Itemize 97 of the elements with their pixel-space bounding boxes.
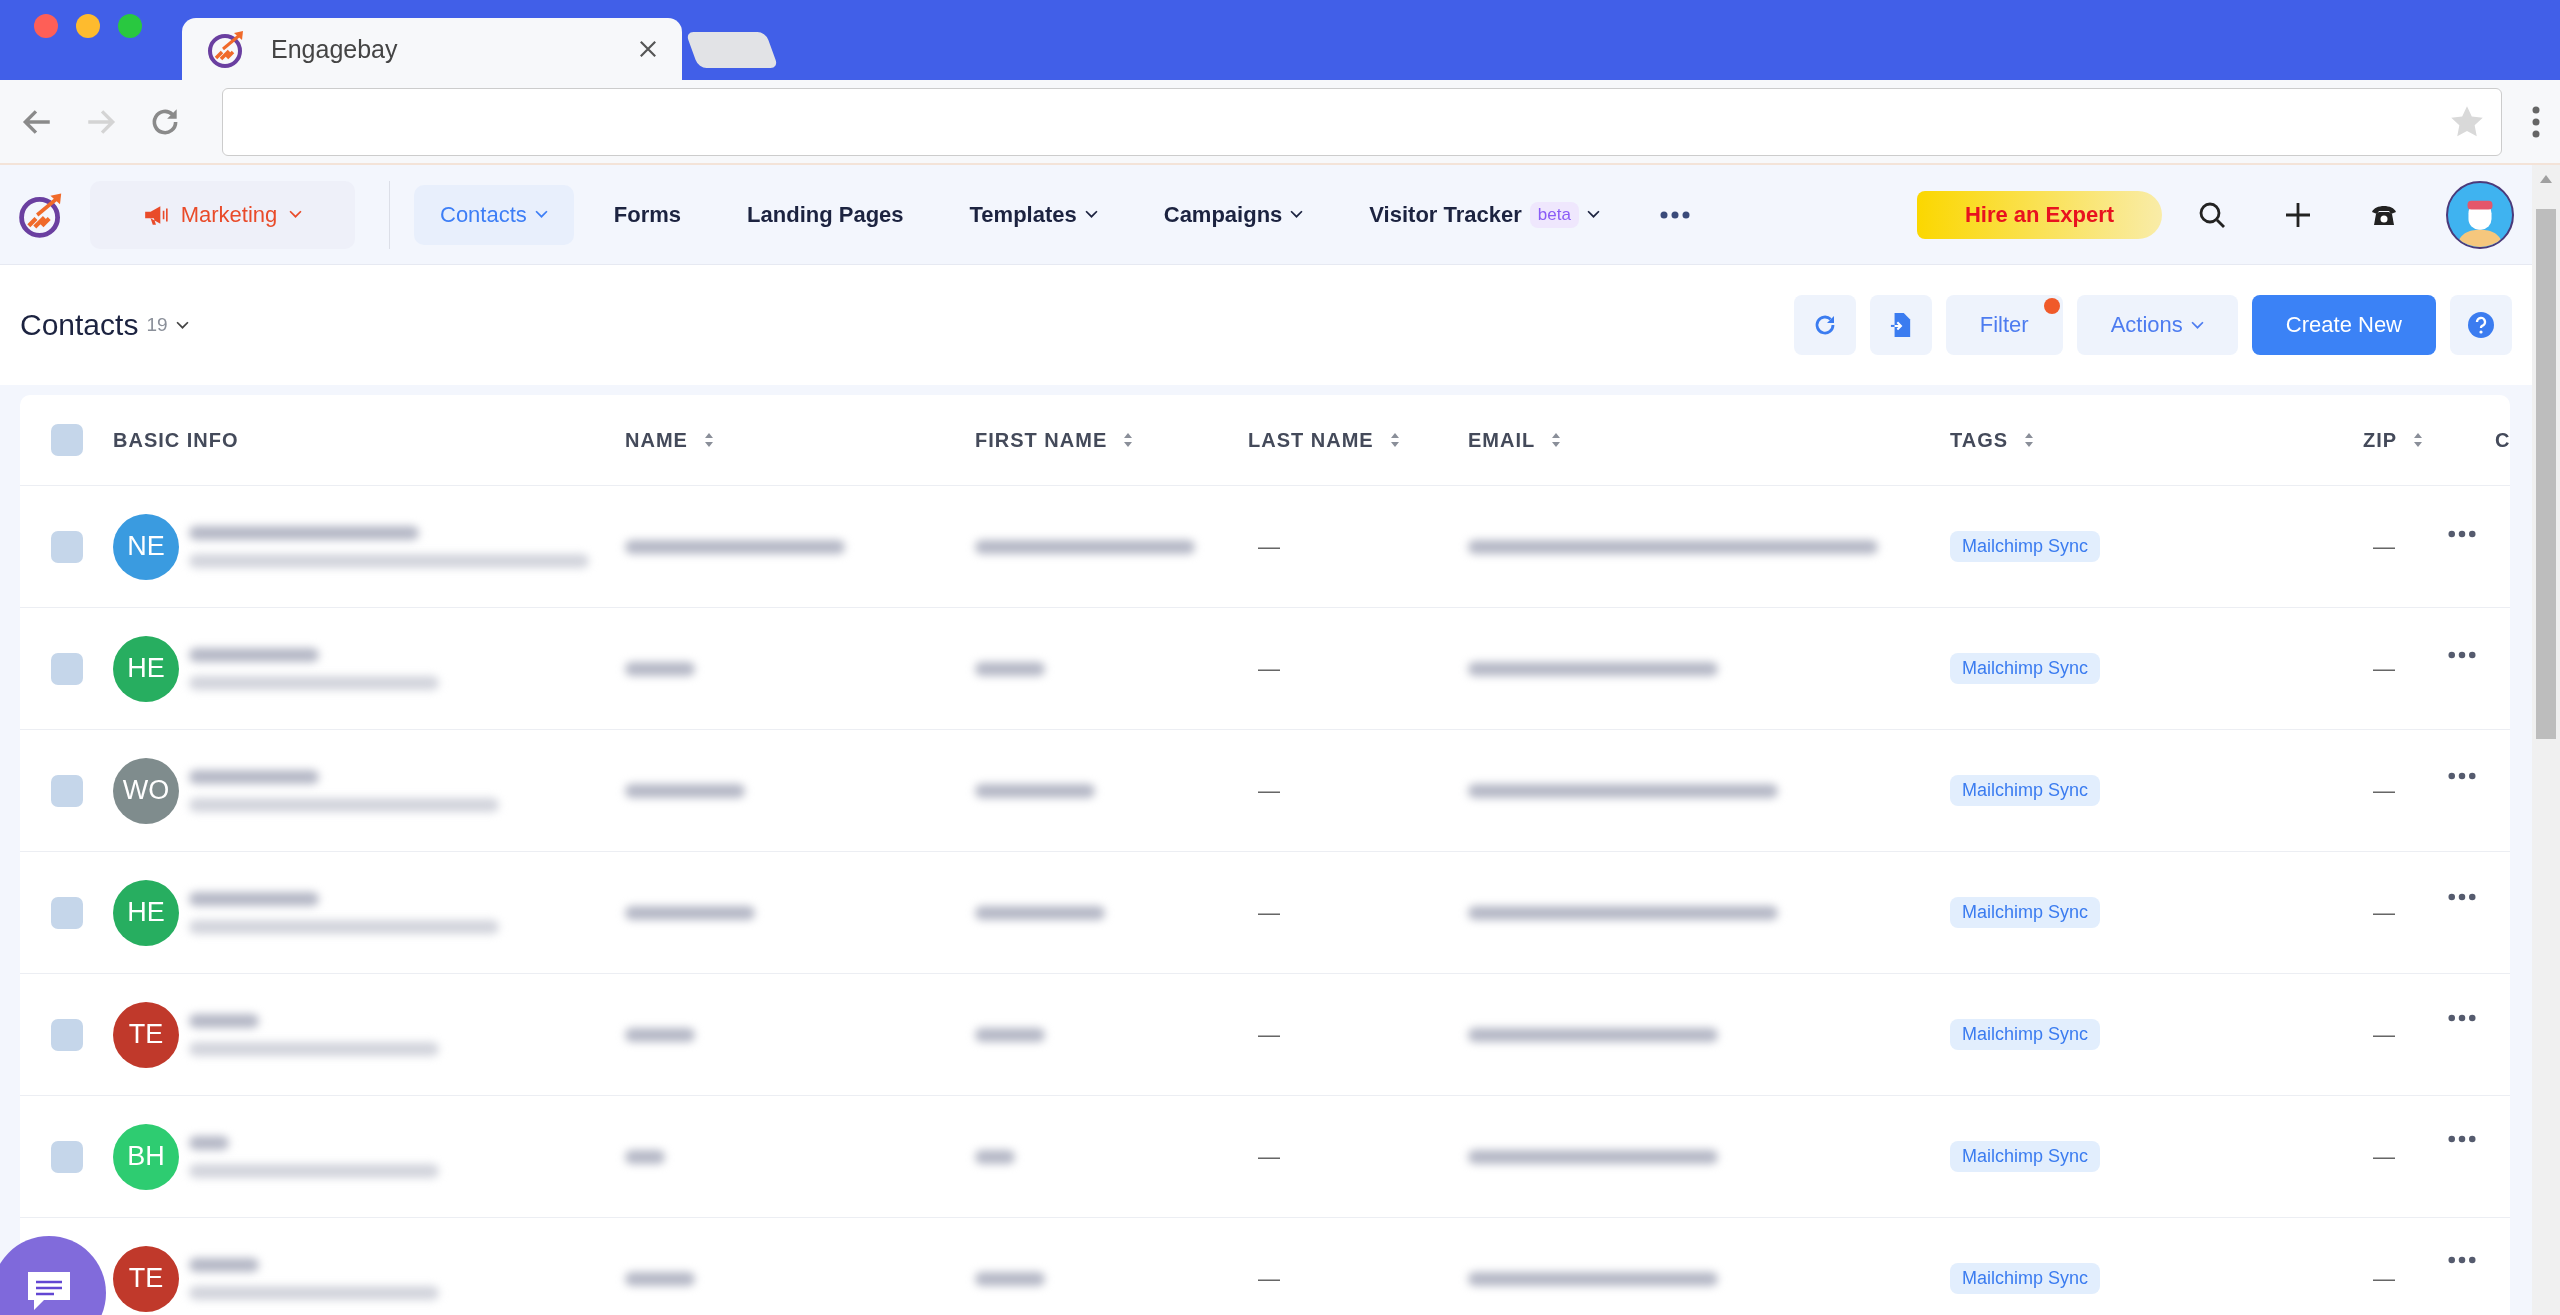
tag: Mailchimp Sync — [1950, 775, 2101, 806]
sort-icon[interactable] — [1551, 432, 1562, 448]
zip-cell: — — [2373, 533, 2395, 560]
zip-cell: — — [2373, 1143, 2395, 1170]
blurred-first-name — [975, 1027, 1045, 1042]
row-checkbox[interactable] — [50, 774, 83, 807]
more-icon[interactable] — [1659, 210, 1690, 219]
import-button[interactable] — [1869, 295, 1932, 355]
zip-cell: — — [2373, 899, 2395, 926]
contact-count: 19 — [146, 314, 168, 336]
blurred-name — [625, 661, 695, 676]
plus-icon — [2284, 200, 2312, 229]
blurred-first-name — [975, 1149, 1015, 1164]
blurred-first-name — [975, 661, 1045, 676]
tag: Mailchimp Sync — [1950, 897, 2101, 928]
create-new-button[interactable]: Create New — [2251, 295, 2436, 355]
blurred-name — [625, 1027, 695, 1042]
zip-cell: — — [2373, 1265, 2395, 1292]
sort-icon[interactable] — [1389, 432, 1400, 448]
help-icon — [2467, 311, 2495, 339]
sort-icon[interactable] — [1123, 432, 1134, 448]
row-checkbox[interactable] — [50, 652, 83, 685]
initials-avatar: NE — [113, 513, 179, 580]
row-checkbox[interactable] — [50, 530, 83, 563]
sort-icon[interactable] — [703, 432, 714, 448]
more-icon — [2448, 1014, 2476, 1022]
more-icon — [2448, 893, 2476, 901]
nav-tab[interactable]: Visitor Tracker beta — [1343, 184, 1626, 245]
kebab-menu-icon[interactable] — [2532, 104, 2540, 139]
column-header: BASIC INFO — [113, 428, 239, 452]
row-checkbox[interactable] — [50, 896, 83, 929]
close-icon[interactable] — [639, 40, 657, 58]
search-icon — [2198, 200, 2226, 229]
scroll-up-icon[interactable] — [2540, 175, 2552, 183]
column-header[interactable]: TAGS — [1950, 428, 2009, 452]
initials-avatar: WO — [113, 757, 179, 824]
more-icon — [2448, 1135, 2476, 1143]
refresh-button[interactable] — [1793, 295, 1856, 355]
initials-avatar: HE — [113, 879, 179, 946]
file-import-icon — [1889, 312, 1912, 338]
column-header[interactable]: ZIP — [2363, 428, 2398, 452]
last-name-cell: — — [1258, 777, 1280, 804]
browser-tab[interactable]: Engagebay — [182, 18, 682, 80]
chevron-down-icon — [175, 320, 189, 330]
tag: Mailchimp Sync — [1950, 1019, 2101, 1050]
initials-avatar: HE — [113, 635, 179, 702]
more-icon — [2448, 772, 2476, 780]
nav-tab[interactable]: Landing Pages — [721, 184, 930, 245]
chevron-down-icon — [289, 210, 303, 219]
tag: Mailchimp Sync — [1950, 1141, 2101, 1172]
row-checkbox[interactable] — [50, 1018, 83, 1051]
more-icon — [2448, 1256, 2476, 1264]
zip-cell: — — [2373, 655, 2395, 682]
blurred-first-name — [975, 1271, 1045, 1286]
more-icon — [2448, 651, 2476, 659]
more-icon — [2448, 530, 2476, 538]
tag: Mailchimp Sync — [1950, 653, 2101, 684]
initials-avatar: BH — [113, 1123, 179, 1190]
last-name-cell: — — [1258, 899, 1280, 926]
column-header[interactable]: LAST NAME — [1248, 428, 1374, 452]
column-header: C — [2495, 428, 2511, 452]
zip-cell: — — [2373, 1021, 2395, 1048]
maximize-window-button[interactable] — [118, 14, 142, 38]
select-all-checkbox[interactable] — [50, 424, 83, 456]
blurred-name — [625, 1271, 695, 1286]
last-name-cell: — — [1258, 655, 1280, 682]
initials-avatar: TE — [113, 1001, 179, 1068]
zip-cell: — — [2373, 777, 2395, 804]
column-header[interactable]: FIRST NAME — [975, 428, 1108, 452]
nav-tab[interactable]: Templates — [943, 184, 1124, 245]
sort-icon[interactable] — [2413, 432, 2424, 448]
column-header[interactable]: EMAIL — [1468, 428, 1536, 452]
blurred-name — [189, 1135, 229, 1150]
page-title: Contacts — [20, 308, 139, 342]
blurred-name — [189, 1013, 259, 1028]
new-tab-button[interactable] — [685, 32, 779, 68]
sort-icon[interactable] — [2024, 432, 2035, 448]
tab-title: Engagebay — [271, 34, 399, 64]
last-name-cell: — — [1258, 1143, 1280, 1170]
chevron-down-icon — [2190, 320, 2204, 330]
help-button[interactable] — [2450, 295, 2512, 355]
initials-avatar: TE — [113, 1245, 179, 1312]
last-name-cell: — — [1258, 1265, 1280, 1292]
nav-tab[interactable]: Campaigns — [1137, 184, 1330, 245]
tag: Mailchimp Sync — [1950, 531, 2101, 562]
scrollbar-thumb[interactable] — [2536, 209, 2556, 739]
nav-tab[interactable]: Forms — [587, 184, 708, 245]
tag: Mailchimp Sync — [1950, 1263, 2101, 1294]
blurred-name — [189, 1257, 259, 1272]
last-name-cell: — — [1258, 533, 1280, 560]
blurred-name — [625, 1149, 665, 1164]
column-header[interactable]: NAME — [625, 428, 688, 452]
beta-badge: beta — [1529, 201, 1579, 228]
row-checkbox[interactable] — [50, 1140, 83, 1173]
last-name-cell: — — [1258, 1021, 1280, 1048]
minimize-window-button[interactable] — [76, 14, 100, 38]
close-window-button[interactable] — [34, 14, 58, 38]
